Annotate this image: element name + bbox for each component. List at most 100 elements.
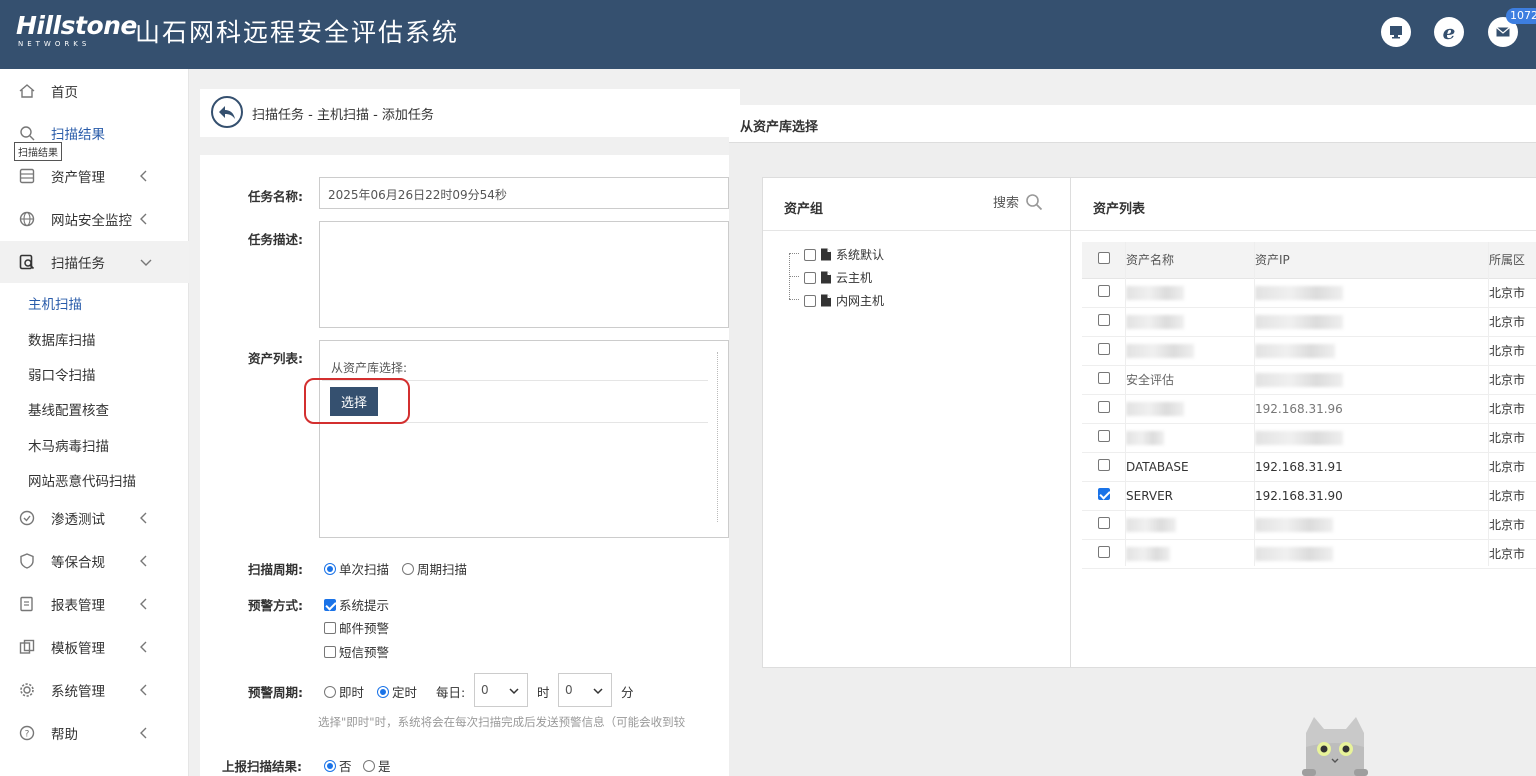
tree-node-default[interactable]: 系统默认 <box>804 246 884 263</box>
tree-node-intranet-host[interactable]: 内网主机 <box>804 292 884 309</box>
table-row[interactable]: 北京市 <box>1082 510 1536 540</box>
row-checkbox[interactable] <box>1098 546 1110 558</box>
task-desc-textarea[interactable] <box>319 221 729 328</box>
row-checkbox[interactable] <box>1098 488 1110 500</box>
chevron-left-icon <box>140 727 147 739</box>
scan-once-radio[interactable] <box>324 562 336 575</box>
scan-results-tooltip: 扫描结果 <box>14 142 62 161</box>
alert-email-checkbox[interactable] <box>324 621 336 634</box>
group-search[interactable]: 搜索 <box>993 192 1043 211</box>
redacted-name <box>1126 517 1176 532</box>
file-icon <box>821 294 831 307</box>
tree-checkbox[interactable] <box>804 248 816 261</box>
tree-checkbox[interactable] <box>804 294 816 307</box>
alert-system-checkbox[interactable] <box>324 598 336 611</box>
scan-periodic-option[interactable]: 周期扫描 <box>402 559 467 578</box>
scan-once-option[interactable]: 单次扫描 <box>324 559 389 578</box>
nav-reports-label: 报表管理 <box>51 598 105 614</box>
hour-unit: 时 <box>537 685 550 700</box>
sub-database-scan[interactable]: 数据库扫描 <box>28 329 96 349</box>
hour-select[interactable]: 0 <box>474 673 528 707</box>
alert-immediate-radio[interactable] <box>324 685 336 698</box>
sub-host-scan[interactable]: 主机扫描 <box>28 293 82 313</box>
asset-ip-cell <box>1255 539 1489 569</box>
alert-email-option[interactable]: 邮件预警 <box>324 618 389 637</box>
column-header[interactable]: 资产IP <box>1255 242 1489 279</box>
report-yes-radio[interactable] <box>363 759 375 772</box>
asset-list-label: 资产列表: <box>248 351 303 366</box>
row-checkbox[interactable] <box>1098 430 1110 442</box>
table-row[interactable]: 北京市 <box>1082 336 1536 366</box>
table-row[interactable]: 北京市 <box>1082 539 1536 569</box>
ie-button[interactable]: e <box>1434 17 1464 47</box>
row-checkbox[interactable] <box>1098 517 1110 529</box>
divider <box>1071 230 1536 231</box>
alert-immediate-option[interactable]: 即时 <box>324 682 364 701</box>
chevron-down-icon <box>140 259 152 266</box>
asset-name-cell <box>1126 394 1255 424</box>
task-desc-label: 任务描述: <box>248 232 303 247</box>
row-checkbox[interactable] <box>1098 401 1110 413</box>
nav-web-monitor[interactable]: 网站安全监控 <box>0 198 189 240</box>
asset-name-cell <box>1126 423 1255 453</box>
nav-asset-management[interactable]: 资产管理 <box>0 155 189 197</box>
table-row[interactable]: DATABASE 192.168.31.91 北京市 <box>1082 452 1536 482</box>
report-no-option[interactable]: 否 <box>324 756 352 775</box>
table-row[interactable]: 北京市 <box>1082 307 1536 337</box>
alert-hint: 选择"即时"时，系统将会在每次扫描完成后发送预警信息（可能会收到较 <box>318 715 686 729</box>
tree-node-label: 内网主机 <box>836 294 885 308</box>
alert-scheduled-radio[interactable] <box>377 685 389 698</box>
alert-system-option[interactable]: 系统提示 <box>324 595 389 614</box>
scan-periodic-radio[interactable] <box>402 562 414 575</box>
table-row[interactable]: SERVER 192.168.31.90 北京市 <box>1082 481 1536 511</box>
asset-ip-cell <box>1255 423 1489 453</box>
column-header[interactable]: 资产名称 <box>1126 242 1255 279</box>
select-all-checkbox[interactable] <box>1098 252 1110 265</box>
alert-sms-option[interactable]: 短信预警 <box>324 642 389 661</box>
asset-region-cell: 北京市 <box>1489 481 1536 511</box>
nav-home-label: 首页 <box>51 85 78 101</box>
select-all-cell[interactable] <box>1082 242 1126 279</box>
report-yes-option[interactable]: 是 <box>363 756 391 775</box>
table-row[interactable]: 北京市 <box>1082 423 1536 453</box>
row-checkbox[interactable] <box>1098 314 1110 326</box>
table-row[interactable]: 安全评估 北京市 <box>1082 365 1536 395</box>
nav-templates[interactable]: 模板管理 <box>0 626 189 668</box>
nav-reports[interactable]: 报表管理 <box>0 583 189 625</box>
table-row[interactable]: 192.168.31.96 北京市 <box>1082 394 1536 424</box>
column-header[interactable]: 所属区 <box>1489 242 1536 279</box>
back-button[interactable] <box>211 96 243 128</box>
minute-select[interactable]: 0 <box>558 673 612 707</box>
alert-sms-checkbox[interactable] <box>324 645 336 658</box>
nav-compliance[interactable]: 等保合规 <box>0 540 189 582</box>
sub-baseline-check[interactable]: 基线配置核查 <box>28 399 109 419</box>
sub-web-malware-scan[interactable]: 网站恶意代码扫描 <box>28 470 136 490</box>
task-name-input[interactable]: 2025年06月26日22时09分54秒 <box>319 177 729 209</box>
asset-region-cell: 北京市 <box>1489 394 1536 424</box>
alert-scheduled-option[interactable]: 定时 <box>377 682 417 701</box>
column-divider <box>1488 242 1489 566</box>
nav-system[interactable]: 系统管理 <box>0 669 189 711</box>
sub-trojan-scan[interactable]: 木马病毒扫描 <box>28 435 109 455</box>
report-no-radio[interactable] <box>324 759 336 772</box>
nav-pentest[interactable]: 渗透测试 <box>0 497 189 539</box>
sub-weak-password-scan[interactable]: 弱口令扫描 <box>28 364 96 384</box>
monitor-button[interactable] <box>1381 17 1411 47</box>
tree-node-cloud-host[interactable]: 云主机 <box>804 269 872 286</box>
row-checkbox[interactable] <box>1098 459 1110 471</box>
tree-node-label: 云主机 <box>836 271 873 285</box>
nav-scan-tasks[interactable]: 扫描任务 <box>0 241 189 283</box>
asset-table: 资产名称 资产IP 所属区 北京市 北京市 北京市 安全评估 北京市 192.1… <box>1082 242 1536 569</box>
tree-checkbox[interactable] <box>804 271 816 284</box>
minute-unit: 分 <box>621 685 634 700</box>
logo-sub-text: NETWORKS <box>18 40 91 48</box>
row-checkbox[interactable] <box>1098 343 1110 355</box>
nav-home[interactable]: 首页 <box>0 70 189 112</box>
sidebar: 首页 扫描结果 资产管理 网站安全监控 扫描任务 主机扫描 数据库扫描 弱口令扫… <box>0 69 189 776</box>
nav-help[interactable]: ? 帮助 <box>0 712 189 754</box>
table-row[interactable]: 北京市 <box>1082 278 1536 308</box>
chevron-left-icon <box>140 598 147 610</box>
row-checkbox[interactable] <box>1098 285 1110 297</box>
nav-pentest-label: 渗透测试 <box>51 512 105 528</box>
row-checkbox[interactable] <box>1098 372 1110 384</box>
